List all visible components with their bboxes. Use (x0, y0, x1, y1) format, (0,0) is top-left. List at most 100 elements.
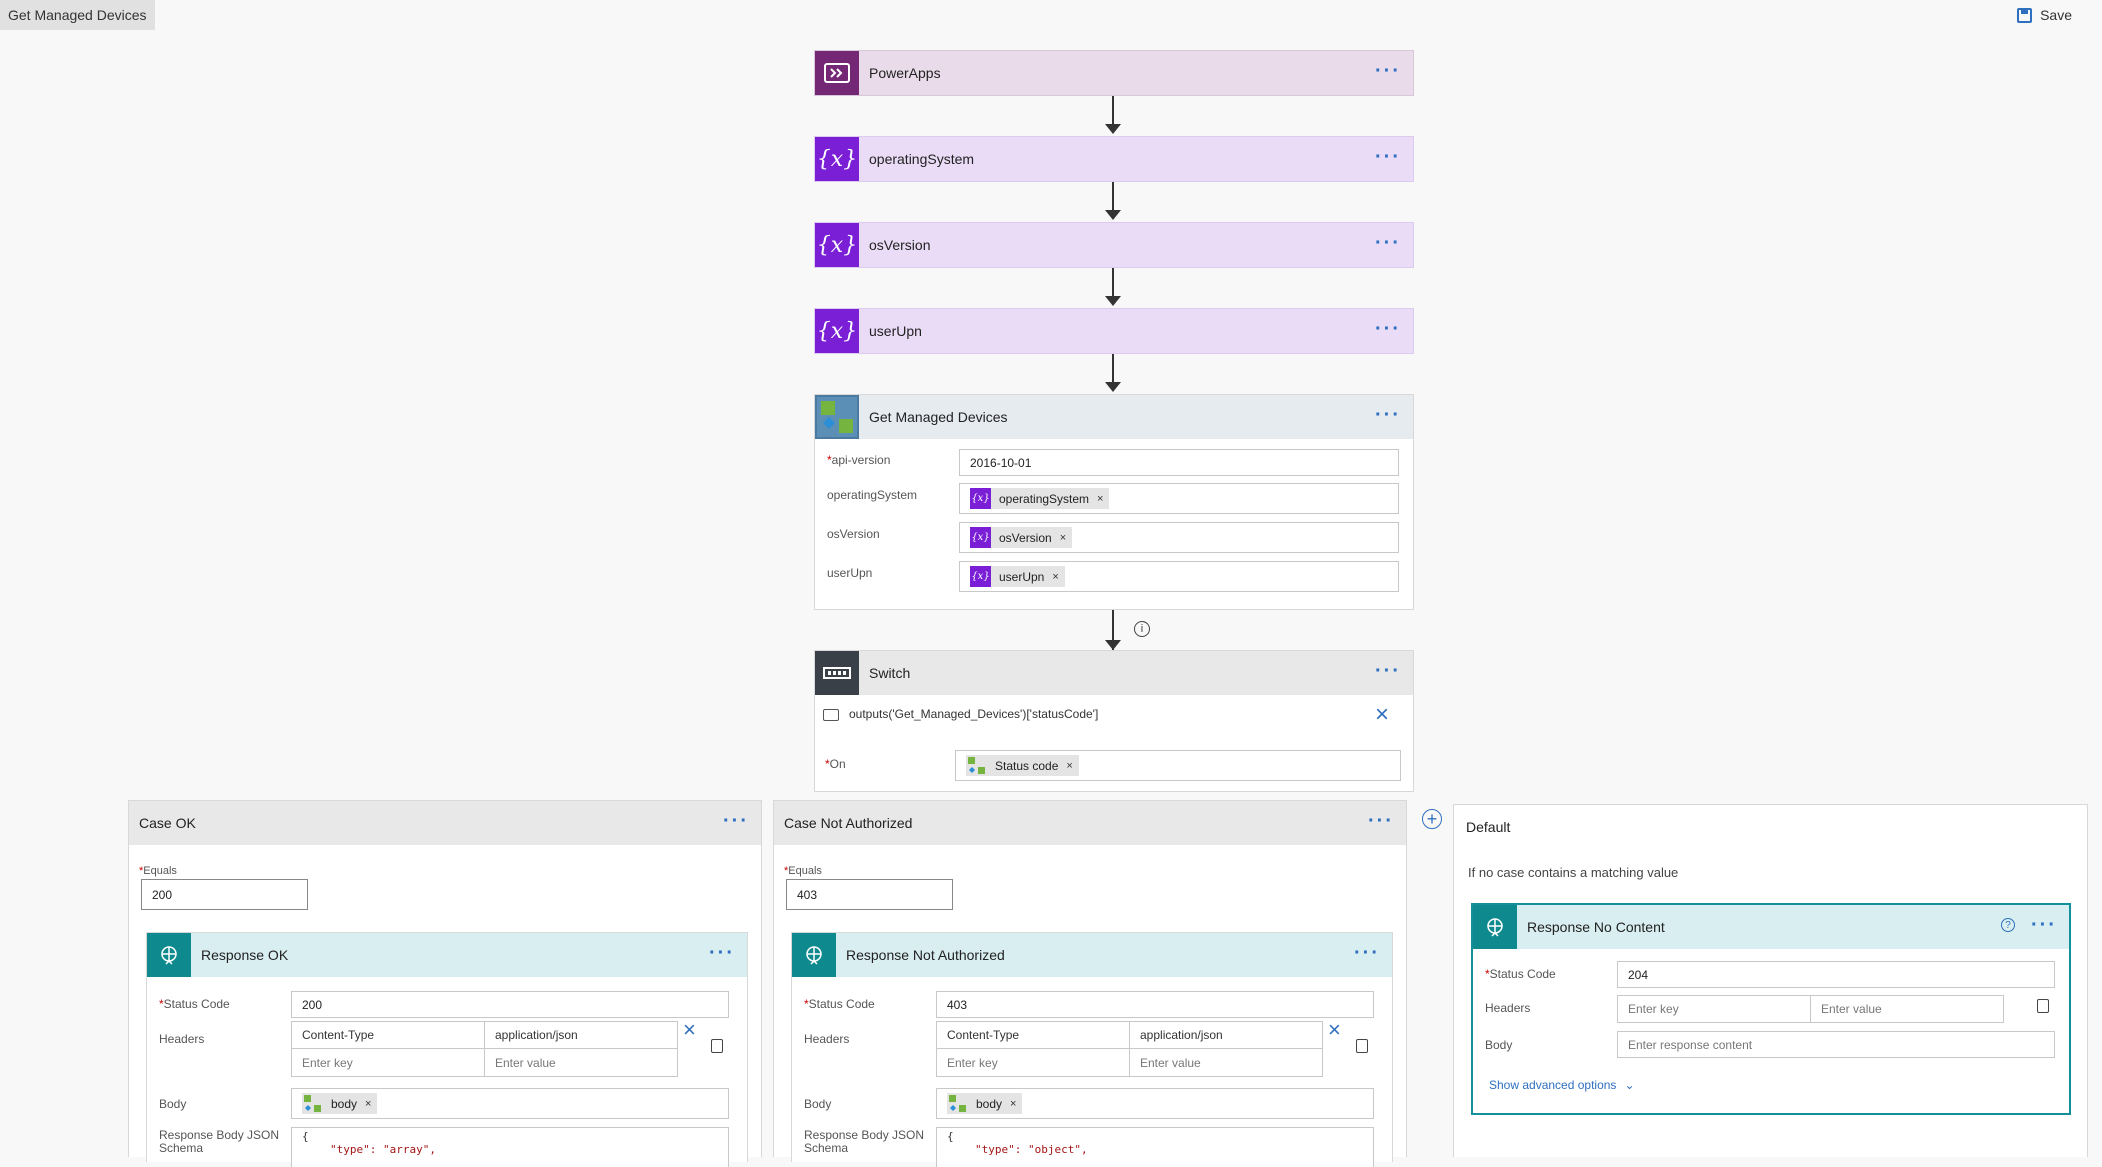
dynamic-token[interactable]: {x} userUpn × (970, 566, 1065, 587)
header-key-input[interactable]: Content-Type (291, 1021, 485, 1049)
more-options-icon[interactable]: ··· (2031, 905, 2057, 949)
step-userUpn[interactable]: {x} userUpn ··· (814, 308, 1414, 354)
dynamic-token[interactable]: body × (947, 1093, 1023, 1114)
header-value-input[interactable]: Enter value (485, 1049, 678, 1077)
info-icon[interactable]: i (1134, 621, 1150, 637)
save-label: Save (2040, 7, 2072, 23)
add-case-icon[interactable]: + (1422, 809, 1442, 829)
status-code-label: *Status Code (159, 997, 230, 1011)
switch-to-text-icon[interactable] (1356, 1039, 1368, 1053)
powerapps-icon (815, 51, 859, 95)
body-input[interactable]: Enter response content (1617, 1031, 2055, 1058)
body-label: Body (1485, 1038, 1513, 1052)
default-description: If no case contains a matching value (1468, 865, 1679, 880)
api-version-input[interactable]: 2016-10-01 (959, 449, 1399, 476)
body-input[interactable]: body × (291, 1088, 729, 1119)
step-osVersion[interactable]: {x} osVersion ··· (814, 222, 1414, 268)
headers-label: Headers (1485, 1001, 1531, 1015)
flow-title-tab[interactable]: Get Managed Devices (0, 0, 155, 30)
osVersion-input[interactable]: {x} osVersion × (959, 522, 1399, 553)
remove-token-icon[interactable]: × (1097, 493, 1103, 505)
header-value-input[interactable]: Enter value (1130, 1049, 1323, 1077)
more-options-icon[interactable]: ··· (723, 801, 749, 845)
step-operatingSystem[interactable]: {x} operatingSystem ··· (814, 136, 1414, 182)
userUpn-input[interactable]: {x} userUpn × (959, 561, 1399, 592)
header-key-input[interactable]: Enter key (291, 1049, 485, 1077)
case-not-authorized[interactable]: Case Not Authorized ··· *Equals 403 Resp… (773, 800, 1407, 1167)
remove-token-icon[interactable]: × (1060, 532, 1066, 544)
step-powerapps[interactable]: PowerApps ··· (814, 50, 1414, 96)
response-not-authorized-card[interactable]: Response Not Authorized ··· *Status Code… (791, 932, 1393, 1167)
equals-label: *Equals (784, 865, 822, 877)
equals-label: *Equals (139, 865, 177, 877)
operatingSystem-input[interactable]: {x} operatingSystem × (959, 483, 1399, 514)
response-ok-card[interactable]: Response OK ··· *Status Code 200 Headers… (146, 932, 748, 1167)
equals-input[interactable]: 200 (141, 879, 308, 910)
more-options-icon[interactable]: ··· (1368, 801, 1394, 845)
help-icon[interactable]: ? (2001, 918, 2015, 932)
default-case[interactable]: Default If no case contains a matching v… (1453, 804, 2088, 1157)
status-code-input[interactable]: 200 (291, 991, 729, 1018)
schema-editor[interactable]: { "type": "array", (291, 1127, 729, 1167)
status-code-input[interactable]: 204 (1617, 961, 2055, 988)
switch-to-text-icon[interactable] (2037, 999, 2049, 1013)
body-input[interactable]: body × (936, 1088, 1374, 1119)
step-title: userUpn (869, 323, 922, 339)
save-button[interactable]: Save (2017, 4, 2072, 26)
schema-line: "type": "array", (330, 1143, 436, 1156)
more-options-icon[interactable]: ··· (1354, 933, 1380, 977)
step-get-managed-devices[interactable]: Get Managed Devices ··· *api-version 201… (814, 394, 1414, 610)
close-icon[interactable]: × (1375, 701, 1389, 729)
token-label: operatingSystem (999, 491, 1090, 506)
variable-icon: {x} (970, 527, 991, 548)
status-code-input[interactable]: 403 (936, 991, 1374, 1018)
dynamic-token[interactable]: {x} osVersion × (970, 527, 1073, 548)
header-key-input[interactable]: Enter key (1617, 995, 1811, 1023)
more-options-icon[interactable]: ··· (1375, 137, 1401, 181)
osVersion-label: osVersion (827, 527, 880, 541)
dynamic-token[interactable]: Status code × (966, 755, 1079, 776)
more-options-icon[interactable]: ··· (709, 933, 735, 977)
remove-token-icon[interactable]: × (1052, 571, 1058, 583)
header-value-input[interactable]: application/json (1130, 1021, 1323, 1049)
arrow-head (1105, 296, 1121, 306)
response-title: Response No Content (1527, 919, 1665, 935)
case-ok[interactable]: Case OK ··· *Equals 200 Response OK ··· … (128, 800, 762, 1167)
more-options-icon[interactable]: ··· (1375, 51, 1401, 95)
schema-line: { (302, 1130, 309, 1143)
variable-icon: {x} (970, 488, 991, 509)
header-value-input[interactable]: application/json (485, 1021, 678, 1049)
on-input[interactable]: Status code × (955, 750, 1401, 781)
more-options-icon[interactable]: ··· (1375, 651, 1401, 695)
response-title: Response Not Authorized (846, 947, 1005, 963)
response-no-content-card[interactable]: Response No Content ? ··· *Status Code 2… (1471, 903, 2071, 1115)
arrow-head (1105, 210, 1121, 220)
step-title: operatingSystem (869, 151, 975, 167)
advanced-label: Show advanced options (1489, 1078, 1617, 1092)
remove-token-icon[interactable]: × (365, 1098, 371, 1110)
token-label: body (976, 1096, 1003, 1111)
switch-icon (815, 651, 859, 695)
dynamic-token[interactable]: {x} operatingSystem × (970, 488, 1110, 509)
remove-token-icon[interactable]: × (1066, 760, 1072, 772)
equals-input[interactable]: 403 (786, 879, 953, 910)
status-code-label: *Status Code (1485, 967, 1556, 981)
remove-token-icon[interactable]: × (1010, 1098, 1016, 1110)
more-options-icon[interactable]: ··· (1375, 395, 1401, 439)
schema-editor[interactable]: { "type": "object", (936, 1127, 1374, 1167)
header-value-input[interactable]: Enter value (1811, 995, 2004, 1023)
delete-header-icon[interactable]: × (1328, 1017, 1341, 1043)
default-title: Default (1466, 819, 1511, 835)
more-options-icon[interactable]: ··· (1375, 309, 1401, 353)
step-switch[interactable]: Switch ··· outputs('Get_Managed_Devices'… (814, 650, 1414, 792)
step-title: Get Managed Devices (869, 409, 1008, 425)
show-advanced-options-link[interactable]: Show advanced options ⌄ (1489, 1078, 1635, 1092)
headers-table: Content-Type application/json Enter key … (936, 1021, 1323, 1077)
connector-arrow (1112, 268, 1114, 298)
dynamic-token[interactable]: body × (302, 1093, 378, 1114)
header-key-input[interactable]: Enter key (936, 1049, 1130, 1077)
switch-to-text-icon[interactable] (711, 1039, 723, 1053)
header-key-input[interactable]: Content-Type (936, 1021, 1130, 1049)
more-options-icon[interactable]: ··· (1375, 223, 1401, 267)
delete-header-icon[interactable]: × (683, 1017, 696, 1043)
